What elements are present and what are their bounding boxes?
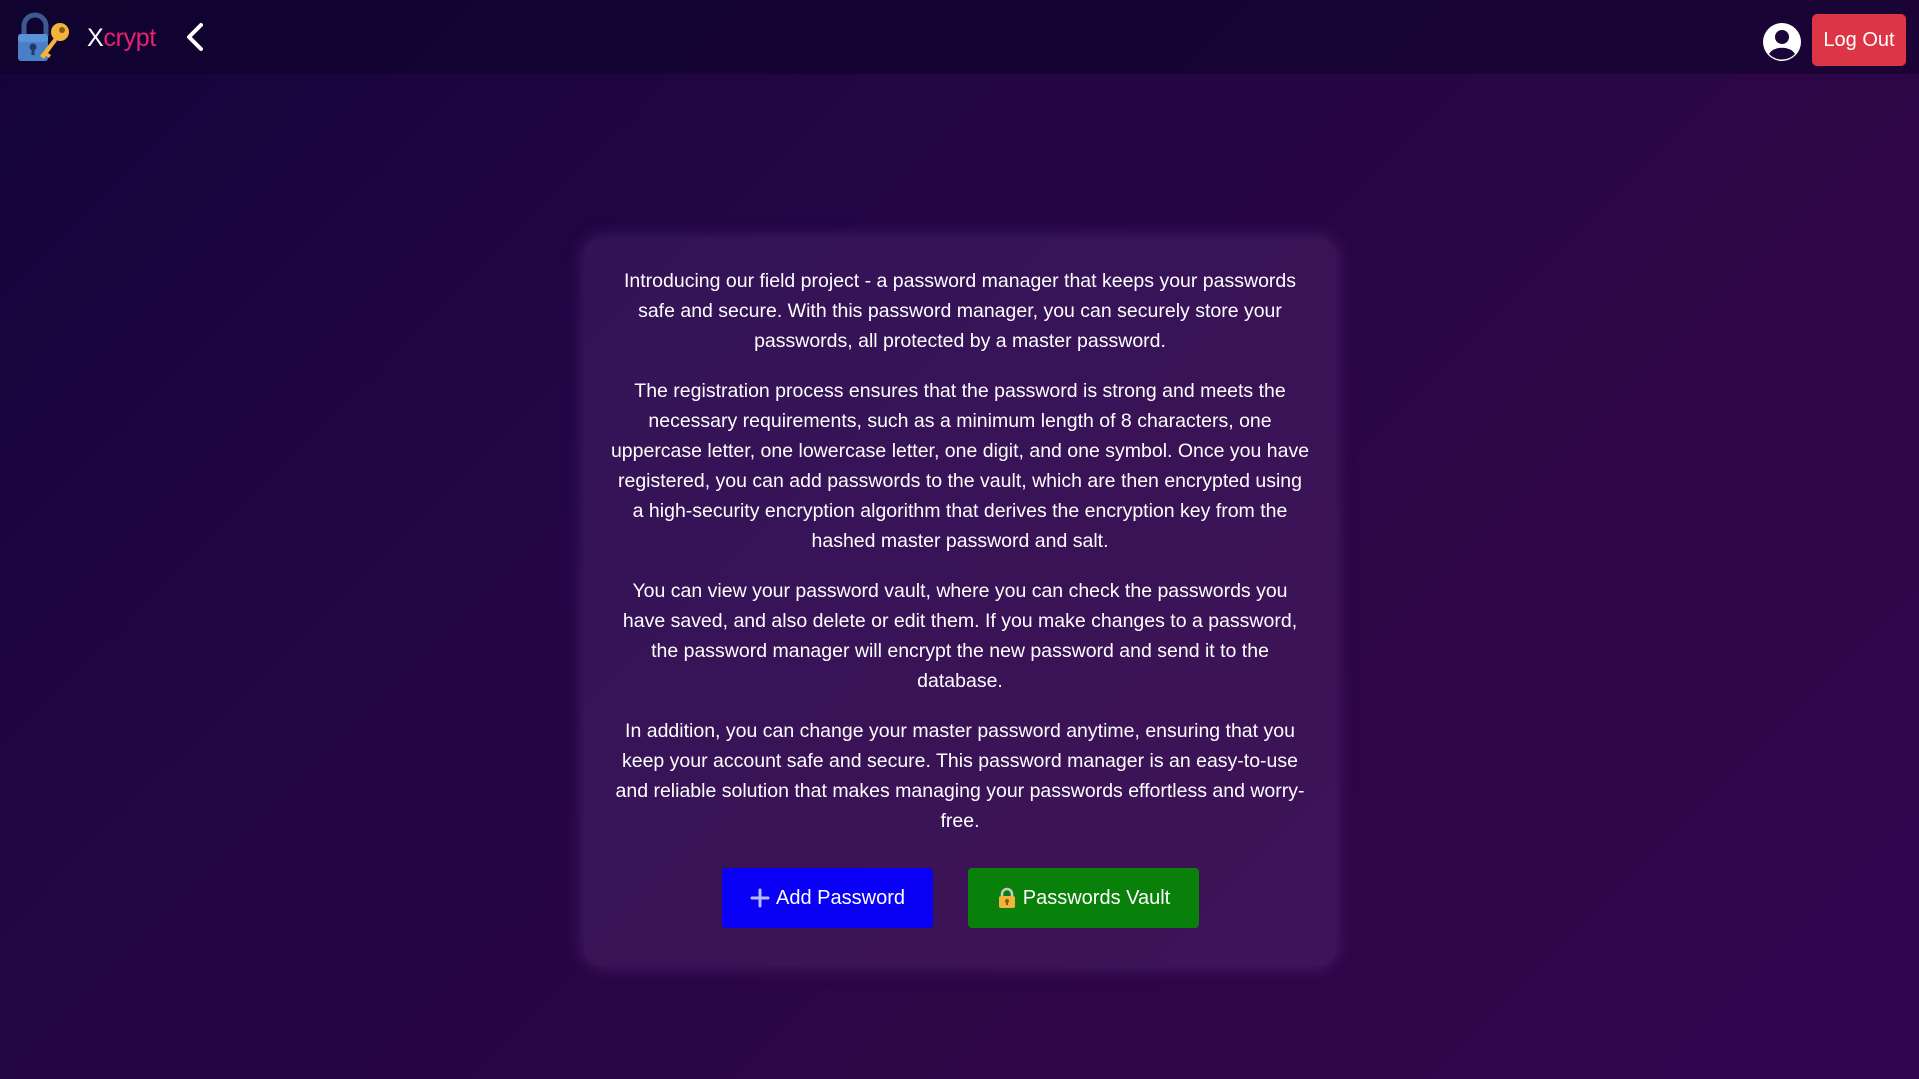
logout-button[interactable]: Log Out xyxy=(1812,14,1906,66)
plus-icon xyxy=(750,888,770,908)
chevron-left-icon[interactable] xyxy=(184,22,206,52)
user-circle-icon[interactable] xyxy=(1762,22,1802,62)
top-navbar: Xcrypt Log Out xyxy=(0,0,1919,74)
brand-name[interactable]: Xcrypt xyxy=(87,24,156,52)
master-password-paragraph: In addition, you can change your master … xyxy=(615,720,1305,832)
intro-paragraph: Introducing our field project - a passwo… xyxy=(623,270,1297,352)
passwords-vault-button[interactable]: Passwords Vault xyxy=(968,868,1199,928)
registration-paragraph: The registration process ensures that th… xyxy=(610,380,1310,552)
add-password-button[interactable]: Add Password xyxy=(722,868,933,928)
lock-icon xyxy=(998,887,1015,908)
intro-card: Introducing our field project - a passwo… xyxy=(584,238,1336,966)
brand-name-rest: crypt xyxy=(103,24,157,52)
passwords-vault-label: Passwords Vault xyxy=(1022,886,1171,909)
brand-name-first: X xyxy=(87,24,104,52)
action-buttons: Add Password Passwords Vault xyxy=(584,868,1336,928)
vault-paragraph: You can view your password vault, where … xyxy=(622,580,1298,692)
add-password-label: Add Password xyxy=(776,886,905,909)
lock-key-icon[interactable] xyxy=(16,12,74,62)
